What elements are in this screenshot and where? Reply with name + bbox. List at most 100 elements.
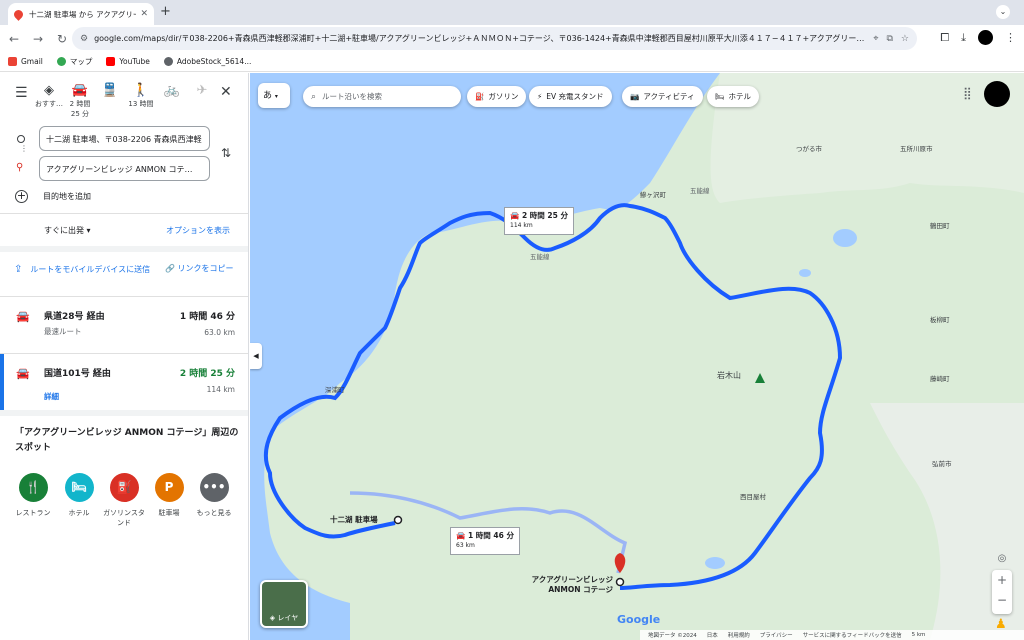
- bed-icon: 🛏: [715, 92, 725, 101]
- mode-best[interactable]: ◈ おすす…: [32, 83, 66, 109]
- dots-icon: ⋮: [20, 144, 28, 153]
- more-icon: •••: [199, 473, 229, 502]
- nearby-title: 「アクアグリーンビレッジ ANMON コテージ」周辺のスポット: [15, 428, 239, 453]
- layers-button[interactable]: ◈ レイヤ: [260, 580, 308, 628]
- mode-walk[interactable]: 🚶 13 時間: [124, 83, 158, 109]
- collapse-panel-button[interactable]: ◀: [250, 343, 262, 369]
- chip-hotel[interactable]: 🛏 ホテル: [707, 86, 760, 107]
- footer-terms-link[interactable]: 利用規約: [728, 631, 750, 639]
- mode-bike[interactable]: 🚲: [155, 83, 189, 99]
- bookmarks-bar: Gmail マップ YouTube AdobeStock_5614...: [0, 52, 1024, 72]
- location-icon[interactable]: ⌖: [873, 34, 878, 44]
- route-label-alt[interactable]: 🚘 1 時間 46 分 63 km: [450, 527, 520, 555]
- place-label: 五能線: [690, 187, 710, 195]
- gas-icon: ⛽: [109, 473, 139, 502]
- bookmark-gmail[interactable]: Gmail: [8, 57, 43, 66]
- search-icon: ⌕: [311, 91, 317, 102]
- forward-icon[interactable]: →: [28, 32, 48, 46]
- bookmark-adobestock[interactable]: AdobeStock_5614...: [163, 57, 251, 66]
- mode-car[interactable]: 🚘 2 時間 25 分: [63, 83, 97, 119]
- plus-circle-icon: +: [15, 189, 28, 203]
- language-button[interactable]: あ ▾: [258, 83, 290, 108]
- hotel-icon: 🛏: [64, 473, 94, 502]
- place-label: つがる市: [796, 145, 822, 153]
- category-gas[interactable]: ⛽ ガソリンスタンド: [102, 473, 146, 528]
- footer-japan-link[interactable]: 日本: [707, 631, 718, 639]
- my-location-icon[interactable]: ◎: [992, 553, 1012, 567]
- place-label: 西目屋村: [740, 493, 766, 501]
- walk-icon: 🚶: [132, 83, 150, 98]
- car-icon: 🚘: [71, 83, 89, 98]
- origin-input[interactable]: 十二湖 駐車場、〒038-2206 青森県西津軽: [39, 126, 210, 151]
- category-parking[interactable]: P 駐車場: [147, 473, 191, 518]
- install-icon[interactable]: ⧉: [886, 34, 892, 44]
- download-icon[interactable]: ⤓: [961, 31, 966, 45]
- zoom-control: + −: [992, 570, 1012, 614]
- browser-toolbar: ← → ↻ ⚙ google.com/maps/dir/〒038-2206+青森…: [0, 25, 1024, 52]
- zoom-in-button[interactable]: +: [992, 570, 1012, 590]
- map-graphic: [250, 73, 1024, 640]
- tab-strip: 十二湖 駐車場 から アクアグリー… ✕ + ⌄: [0, 0, 1024, 25]
- show-options-link[interactable]: オプションを表示: [166, 225, 230, 236]
- tab-title: 十二湖 駐車場 から アクアグリー…: [29, 9, 137, 19]
- ev-icon: ⚡: [537, 92, 543, 101]
- profile-avatar[interactable]: [978, 30, 993, 45]
- camera-icon: 📷: [630, 92, 640, 101]
- bookmark-maps[interactable]: マップ: [56, 56, 92, 67]
- place-label: 深浦町: [325, 386, 345, 394]
- phone-send-icon: ⇪: [14, 264, 23, 275]
- car-icon: 🚘: [456, 531, 466, 540]
- search-along-route-input[interactable]: ⌕ ルート沿いを検索: [303, 86, 461, 107]
- bookmark-youtube[interactable]: YouTube: [106, 57, 150, 66]
- back-icon[interactable]: ←: [4, 32, 24, 46]
- details-link[interactable]: 詳細: [44, 391, 59, 402]
- link-icon: 🔗: [165, 264, 175, 273]
- gmail-icon: [8, 57, 17, 66]
- footer-privacy-link[interactable]: プライバシー: [760, 631, 793, 639]
- address-bar[interactable]: ⚙ google.com/maps/dir/〒038-2206+青森県西津軽郡深…: [72, 27, 917, 50]
- route-label-main[interactable]: 🚘 2 時間 25 分 114 km: [504, 207, 574, 235]
- category-more[interactable]: ••• もっと見る: [192, 473, 236, 518]
- mode-flight[interactable]: ✈: [185, 83, 219, 99]
- mode-transit[interactable]: 🚆: [93, 83, 127, 99]
- origin-label[interactable]: 十二湖 駐車場: [330, 515, 378, 525]
- swap-icon[interactable]: ⇅: [221, 146, 231, 160]
- destination-label[interactable]: アクアグリーンビレッジ ANMON コテージ: [520, 575, 613, 595]
- menu-icon[interactable]: ⋮: [1005, 31, 1016, 44]
- apps-grid-icon[interactable]: ⣿: [963, 86, 972, 100]
- browser-tab[interactable]: 十二湖 駐車場 から アクアグリー… ✕: [8, 3, 154, 25]
- category-hotel[interactable]: 🛏 ホテル: [57, 473, 101, 518]
- extensions-icon[interactable]: ⧠: [940, 31, 949, 45]
- map-canvas[interactable]: あ ▾ ⌕ ルート沿いを検索 ⛽ ガソリン ⚡ EV 充電スタンド 📷 アクティビティ …: [250, 73, 1024, 640]
- place-label: 五所川原市: [900, 145, 933, 153]
- close-directions-icon[interactable]: ✕: [220, 84, 232, 100]
- depart-time-select[interactable]: すぐに出発 ▾: [44, 225, 91, 236]
- bookmark-star-icon[interactable]: ☆: [901, 34, 909, 44]
- route-option-2[interactable]: 🚘 国道101号 経由 詳細 2 時間 25 分 114 km: [0, 354, 248, 410]
- tab-close-icon[interactable]: ✕: [140, 9, 148, 19]
- place-label: 弘前市: [932, 460, 952, 468]
- send-to-mobile-link[interactable]: ⇪ ルートをモバイルデバイスに送信: [14, 263, 154, 276]
- destination-pin-icon: ⚲: [16, 162, 24, 173]
- destination-input[interactable]: アクアグリーンビレッジ ANMON コテ…: [39, 156, 210, 181]
- category-restaurant[interactable]: 🍴 レストラン: [11, 473, 55, 518]
- place-label: 板柳町: [930, 316, 950, 324]
- route-option-1[interactable]: 🚘 県道28号 経由 最速ルート 1 時間 46 分 63.0 km: [0, 297, 248, 353]
- chip-ev-charging[interactable]: ⚡ EV 充電スタンド: [529, 86, 612, 107]
- copy-link-button[interactable]: 🔗 リンクをコピー: [165, 263, 234, 274]
- place-label: 鰺ヶ沢町: [640, 191, 666, 199]
- new-tab-icon[interactable]: +: [160, 4, 171, 19]
- site-info-icon[interactable]: ⚙: [80, 34, 88, 44]
- chip-activities[interactable]: 📷 アクティビティ: [622, 86, 703, 107]
- account-avatar[interactable]: [984, 81, 1010, 107]
- add-destination-button[interactable]: + 目的地を追加: [15, 190, 91, 203]
- tab-search-icon[interactable]: ⌄: [996, 5, 1010, 19]
- zoom-out-button[interactable]: −: [992, 590, 1012, 610]
- chip-gasoline[interactable]: ⛽ ガソリン: [467, 86, 527, 107]
- parking-icon: P: [154, 473, 184, 502]
- reload-icon[interactable]: ↻: [52, 32, 72, 46]
- footer-feedback-link[interactable]: サービスに関するフィードバックを送信: [803, 631, 902, 639]
- place-label: 五能線: [530, 253, 550, 261]
- car-icon: 🚘: [16, 367, 30, 380]
- youtube-icon: [106, 57, 116, 66]
